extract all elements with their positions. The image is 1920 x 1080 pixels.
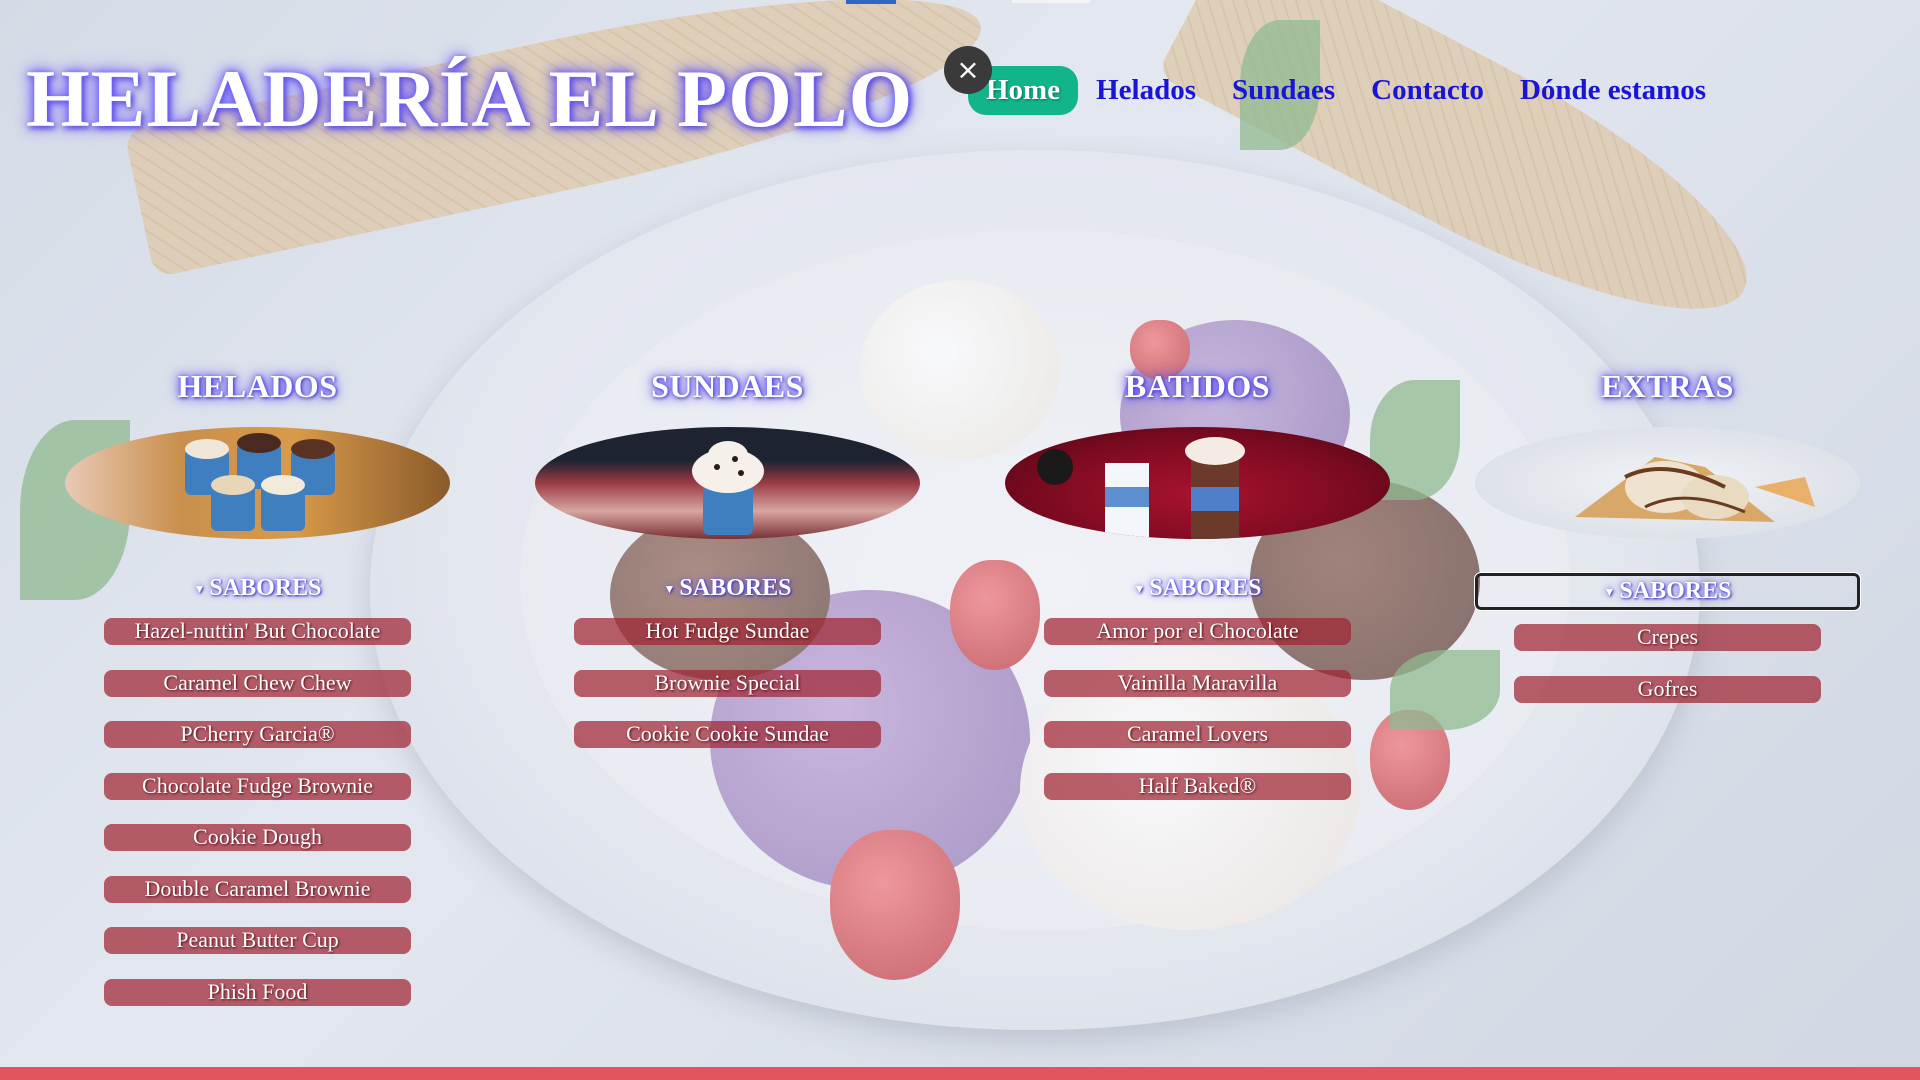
flavor-list: Amor por el Chocolate Vainilla Maravilla… <box>1005 618 1390 800</box>
top-indicator-secondary <box>1012 0 1090 3</box>
sabores-toggle[interactable]: ▼ SABORES <box>535 573 920 604</box>
main-nav: Home Helados Sundaes Contacto Dónde esta… <box>968 66 1724 115</box>
top-indicator <box>846 0 896 4</box>
dropdown-triangle-icon: ▼ <box>1603 584 1616 599</box>
flavor-item[interactable]: Phish Food <box>104 978 411 1006</box>
sabores-label: SABORES <box>209 575 322 601</box>
sabores-toggle[interactable]: ▼ SABORES <box>65 573 450 604</box>
sabores-toggle[interactable]: ▼ SABORES <box>1474 572 1861 611</box>
flavor-item[interactable]: Hot Fudge Sundae <box>574 618 881 645</box>
section-batidos: BATIDOS ▼ SABORES Amor por el Chocolate V… <box>1005 368 1390 824</box>
sabores-toggle[interactable]: ▼ SABORES <box>1005 573 1390 604</box>
section-title: HELADOS <box>177 368 338 404</box>
flavor-item[interactable]: Caramel Chew Chew <box>104 669 411 697</box>
flavor-item[interactable]: Peanut Butter Cup <box>104 927 411 954</box>
flavor-item[interactable]: Brownie Special <box>574 669 881 697</box>
helados-photo <box>65 427 450 539</box>
section-extras: EXTRAS ▼ SABORES Crepes Gofres <box>1474 368 1861 727</box>
sabores-label: SABORES <box>1149 575 1262 601</box>
footer-bar <box>0 1067 1920 1080</box>
batidos-photo <box>1005 427 1390 539</box>
section-title: SUNDAES <box>651 368 804 404</box>
sundaes-photo <box>535 427 920 539</box>
flavor-item[interactable]: Caramel Lovers <box>1044 721 1351 748</box>
section-title: BATIDOS <box>1124 368 1271 404</box>
sabores-label: SABORES <box>679 575 792 601</box>
nav-donde-estamos[interactable]: Dónde estamos <box>1502 66 1724 115</box>
flavor-item[interactable]: Crepes <box>1514 624 1821 651</box>
dropdown-triangle-icon: ▼ <box>663 581 676 596</box>
flavor-item[interactable]: Amor por el Chocolate <box>1044 618 1351 645</box>
flavor-item[interactable]: Vainilla Maravilla <box>1044 669 1351 697</box>
nav-helados[interactable]: Helados <box>1078 66 1214 115</box>
flavor-item[interactable]: Chocolate Fudge Brownie <box>104 772 411 800</box>
flavor-item[interactable]: Hazel-nuttin' But Chocolate <box>104 618 411 645</box>
close-icon[interactable]: × <box>944 46 992 94</box>
flavor-item[interactable]: Double Caramel Brownie <box>104 875 411 903</box>
flavor-item[interactable]: Cookie Cookie Sundae <box>574 721 881 748</box>
flavor-item[interactable]: Half Baked® <box>1044 772 1351 800</box>
flavor-item[interactable]: PCherry Garcia® <box>104 721 411 748</box>
flavor-item[interactable]: Cookie Dough <box>104 824 411 851</box>
flavor-list: Crepes Gofres <box>1475 624 1860 703</box>
section-sundaes: SUNDAES ▼ SABORES Hot Fudge Sundae Browni… <box>535 368 920 773</box>
site-logo[interactable]: HELADERÍA EL POLO <box>26 52 913 146</box>
flavor-item[interactable]: Gofres <box>1514 675 1821 703</box>
extras-photo <box>1475 427 1860 539</box>
section-title: EXTRAS <box>1601 368 1734 404</box>
nav-contacto[interactable]: Contacto <box>1353 66 1502 115</box>
dropdown-triangle-icon: ▼ <box>1133 581 1146 596</box>
flavor-list: Hot Fudge Sundae Brownie Special Cookie … <box>535 618 920 748</box>
sabores-label: SABORES <box>1619 578 1732 604</box>
flavor-list: Hazel-nuttin' But Chocolate Caramel Chew… <box>65 618 450 1006</box>
section-helados: HELADOS ▼ SABORES Hazel-nuttin' But Choco… <box>65 368 450 1030</box>
dropdown-triangle-icon: ▼ <box>193 581 206 596</box>
nav-sundaes[interactable]: Sundaes <box>1214 66 1353 115</box>
